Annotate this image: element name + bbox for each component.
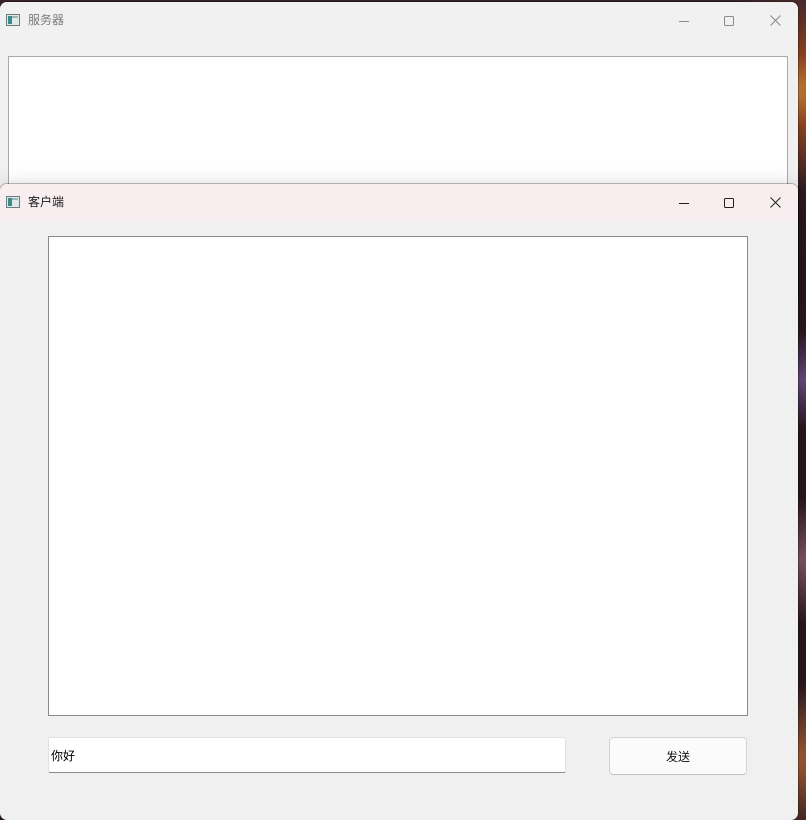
close-icon	[769, 15, 781, 26]
server-window-title: 服务器	[28, 13, 65, 27]
minimize-icon	[679, 202, 689, 204]
client-message-log[interactable]	[48, 236, 748, 716]
close-icon	[769, 197, 781, 208]
client-window-title: 客户端	[28, 195, 65, 209]
client-titlebar[interactable]: 客户端	[0, 184, 798, 221]
server-minimize-button[interactable]	[661, 2, 707, 39]
client-window: 客户端 发送	[0, 184, 798, 820]
client-minimize-button[interactable]	[661, 184, 707, 221]
maximize-icon	[724, 197, 734, 208]
server-maximize-button[interactable]	[706, 2, 752, 39]
client-maximize-button[interactable]	[706, 184, 752, 221]
client-close-button[interactable]	[752, 184, 798, 221]
app-window-icon	[6, 196, 20, 208]
server-close-button[interactable]	[752, 2, 798, 39]
app-window-icon	[6, 14, 20, 26]
message-input[interactable]	[48, 737, 566, 773]
server-titlebar[interactable]: 服务器	[0, 2, 798, 39]
minimize-icon	[679, 20, 689, 22]
send-button[interactable]: 发送	[609, 737, 747, 775]
maximize-icon	[724, 15, 734, 26]
